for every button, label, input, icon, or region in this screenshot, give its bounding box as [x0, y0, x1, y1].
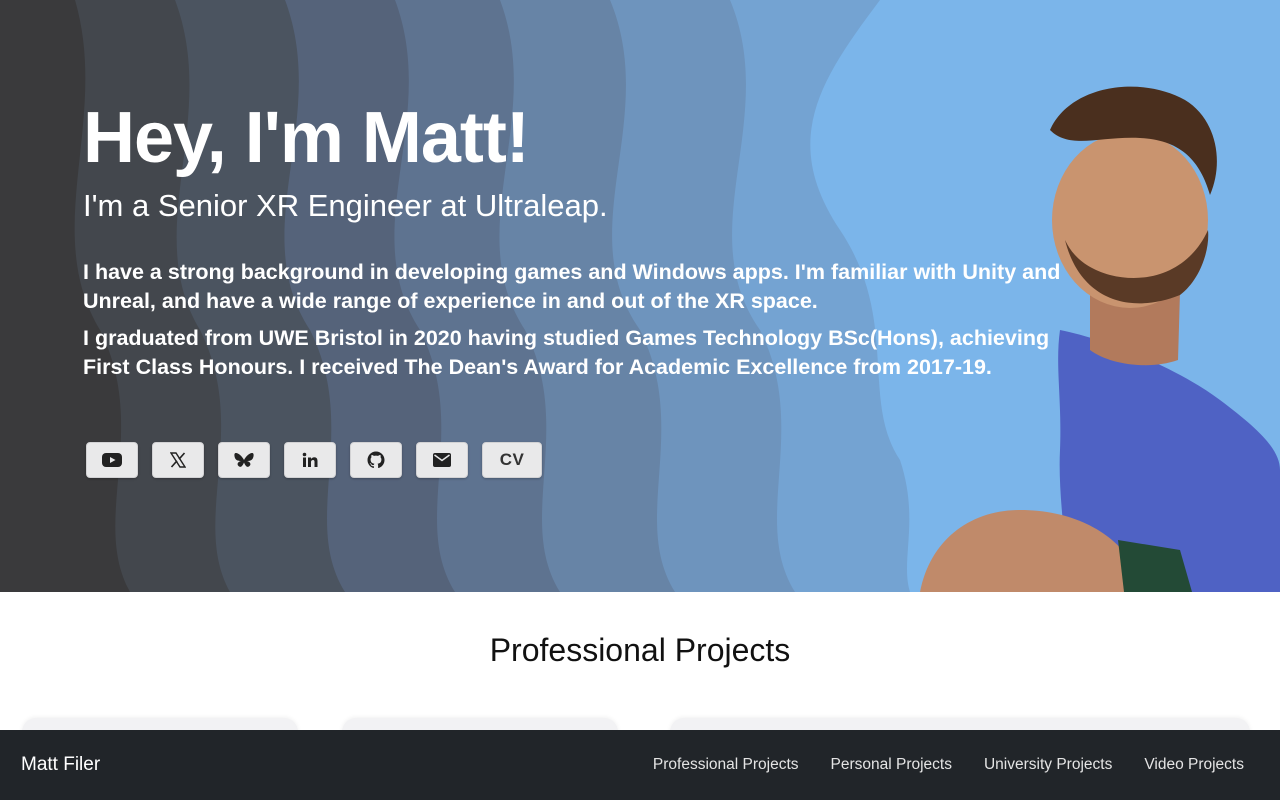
nav-link-personal-projects[interactable]: Personal Projects [831, 756, 952, 774]
hero-bio-paragraph: I have a strong background in developing… [83, 260, 1061, 313]
youtube-icon [102, 453, 122, 467]
x-twitter-icon [170, 452, 186, 468]
email-button[interactable] [416, 442, 468, 478]
youtube-button[interactable] [86, 442, 138, 478]
email-icon [433, 453, 451, 467]
nav-link-video-projects[interactable]: Video Projects [1144, 756, 1244, 774]
section-title: Professional Projects [489, 632, 791, 668]
hero-education-paragraph: I graduated from UWE Bristol in 2020 hav… [83, 326, 1050, 379]
hero-title: Hey, I'm Matt! [83, 98, 530, 178]
cv-button[interactable]: CV [482, 442, 542, 478]
github-icon [367, 451, 385, 469]
brand-name[interactable]: Matt Filer [21, 754, 100, 776]
nav-links: Professional Projects Personal Projects … [653, 756, 1244, 774]
hero-subtitle: I'm a Senior XR Engineer at Ultraleap. [83, 188, 608, 223]
x-twitter-button[interactable] [152, 442, 204, 478]
social-links: CV [86, 442, 542, 478]
github-button[interactable] [350, 442, 402, 478]
cv-label: CV [499, 450, 525, 469]
navbar: Matt Filer Professional Projects Persona… [0, 730, 1280, 800]
linkedin-button[interactable] [284, 442, 336, 478]
nav-link-university-projects[interactable]: University Projects [984, 756, 1112, 774]
hero-section: Hey, I'm Matt! I'm a Senior XR Engineer … [0, 0, 1280, 592]
linkedin-icon [302, 452, 318, 467]
hero-content: Hey, I'm Matt! I'm a Senior XR Engineer … [83, 96, 1073, 382]
nav-link-professional-projects[interactable]: Professional Projects [653, 756, 799, 774]
bluesky-button[interactable] [218, 442, 270, 478]
bluesky-icon [234, 452, 254, 467]
